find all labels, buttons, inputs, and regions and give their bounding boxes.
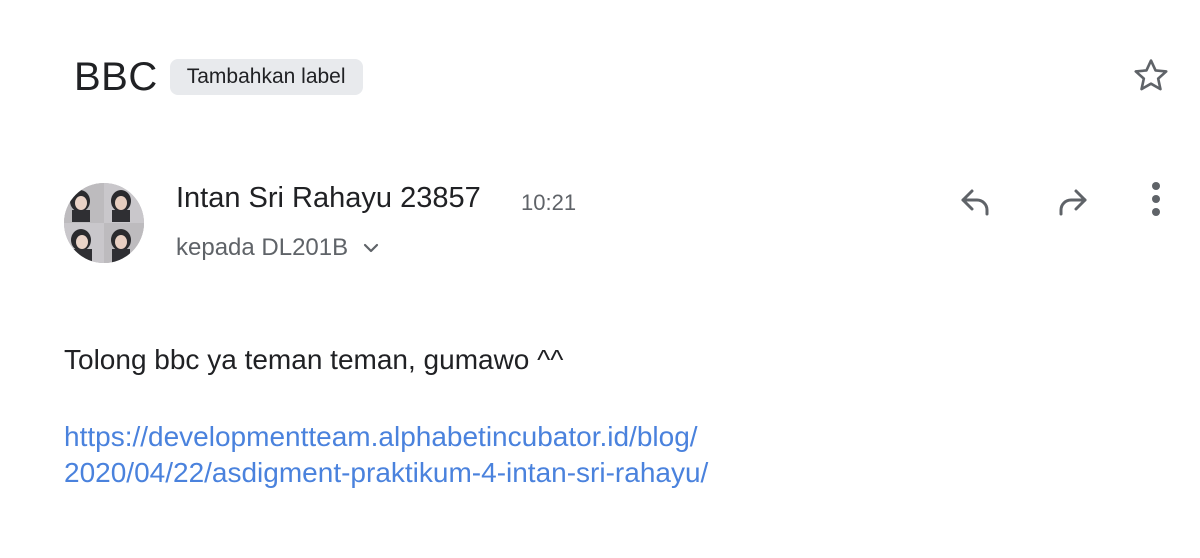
email-time: 10:21 <box>521 190 577 215</box>
reply-icon[interactable] <box>954 180 998 224</box>
avatar[interactable] <box>64 183 144 263</box>
sender-name: Intan Sri Rahayu 23857 <box>176 182 481 214</box>
link-line-1[interactable]: https://developmentteam.alphabetincubato… <box>64 419 708 455</box>
forward-icon[interactable] <box>1050 180 1094 224</box>
recipient-label: kepada DL201B <box>176 234 349 261</box>
star-icon[interactable] <box>1130 55 1172 97</box>
subject-row: BBC Tambahkan label <box>74 52 363 102</box>
add-label-chip[interactable]: Tambahkan label <box>169 59 363 95</box>
email-body-text: Tolong bbc ya teman teman, gumawo ^^ <box>64 344 564 375</box>
link-line-2[interactable]: 2020/04/22/asdigment-praktikum-4-intan-s… <box>64 455 708 491</box>
recipient-details-toggle[interactable]: kepada DL201B <box>176 232 380 264</box>
email-subject: BBC <box>74 55 158 99</box>
email-body-link[interactable]: https://developmentteam.alphabetincubato… <box>64 419 708 491</box>
more-vert-icon[interactable] <box>1134 180 1178 224</box>
chevron-down-icon <box>364 243 379 253</box>
